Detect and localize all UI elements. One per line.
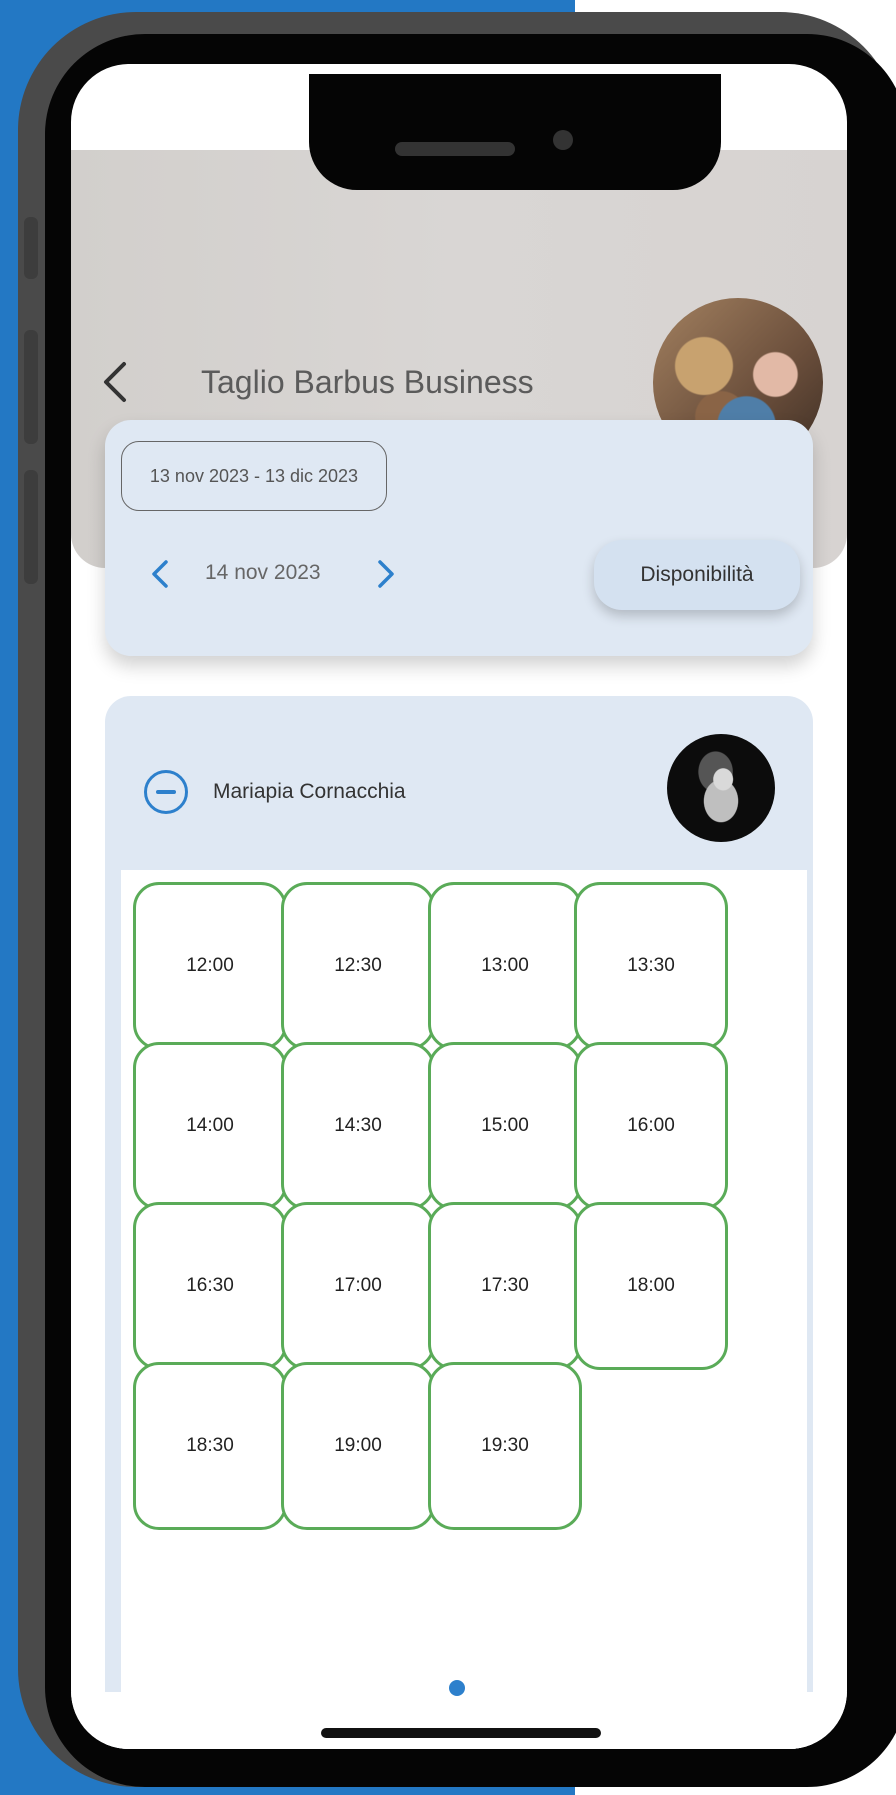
phone-side-button xyxy=(24,470,38,584)
avatar xyxy=(667,734,775,842)
phone-notch xyxy=(309,74,721,190)
time-slots-grid: 12:00 12:30 13:00 13:30 14:00 14:30 15:00 16:00… xyxy=(121,870,807,1749)
time-slot[interactable]: 18:00 xyxy=(574,1202,728,1370)
time-slot[interactable]: 13:00 xyxy=(428,882,582,1050)
availability-button[interactable]: Disponibilità xyxy=(594,540,800,610)
bottom-area xyxy=(71,1692,847,1749)
time-slot[interactable]: 14:00 xyxy=(133,1042,287,1210)
time-slot[interactable]: 16:30 xyxy=(133,1202,287,1370)
time-slot[interactable]: 12:00 xyxy=(133,882,287,1050)
notch-camera xyxy=(553,130,573,150)
chevron-left-icon xyxy=(104,362,126,402)
time-slot[interactable]: 18:30 xyxy=(133,1362,287,1530)
time-slot[interactable]: 16:00 xyxy=(574,1042,728,1210)
home-indicator[interactable] xyxy=(321,1728,601,1738)
back-button[interactable] xyxy=(95,357,135,407)
phone-side-button xyxy=(24,330,38,444)
phone-screen: Taglio Barbus Business 13 nov 2023 - 13 … xyxy=(71,64,847,1749)
time-slot[interactable]: 15:00 xyxy=(428,1042,582,1210)
staff-card: Mariapia Cornacchia 12:00 12:30 13:00 13:30… xyxy=(105,696,813,1749)
time-slot[interactable]: 17:00 xyxy=(281,1202,435,1370)
previous-day-button[interactable] xyxy=(145,556,175,592)
page-indicator-dot xyxy=(449,1680,465,1696)
time-slot[interactable]: 13:30 xyxy=(574,882,728,1050)
page-title: Taglio Barbus Business xyxy=(201,364,534,400)
time-slot[interactable]: 14:30 xyxy=(281,1042,435,1210)
chevron-left-icon xyxy=(152,560,168,588)
current-day-label: 14 nov 2023 xyxy=(205,561,321,584)
staff-name: Mariapia Cornacchia xyxy=(213,780,406,803)
time-slot[interactable]: 12:30 xyxy=(281,882,435,1050)
time-slot[interactable]: 17:30 xyxy=(428,1202,582,1370)
notch-speaker xyxy=(395,142,515,156)
date-selector-card: 13 nov 2023 - 13 dic 2023 14 nov 2023 Di… xyxy=(105,420,813,656)
phone-side-button xyxy=(24,217,38,279)
time-slot[interactable]: 19:30 xyxy=(428,1362,582,1530)
next-day-button[interactable] xyxy=(371,556,401,592)
date-range-field[interactable]: 13 nov 2023 - 13 dic 2023 xyxy=(121,441,387,511)
chevron-right-icon xyxy=(378,560,394,588)
minus-circle-icon[interactable] xyxy=(144,770,188,814)
time-slot[interactable]: 19:00 xyxy=(281,1362,435,1530)
